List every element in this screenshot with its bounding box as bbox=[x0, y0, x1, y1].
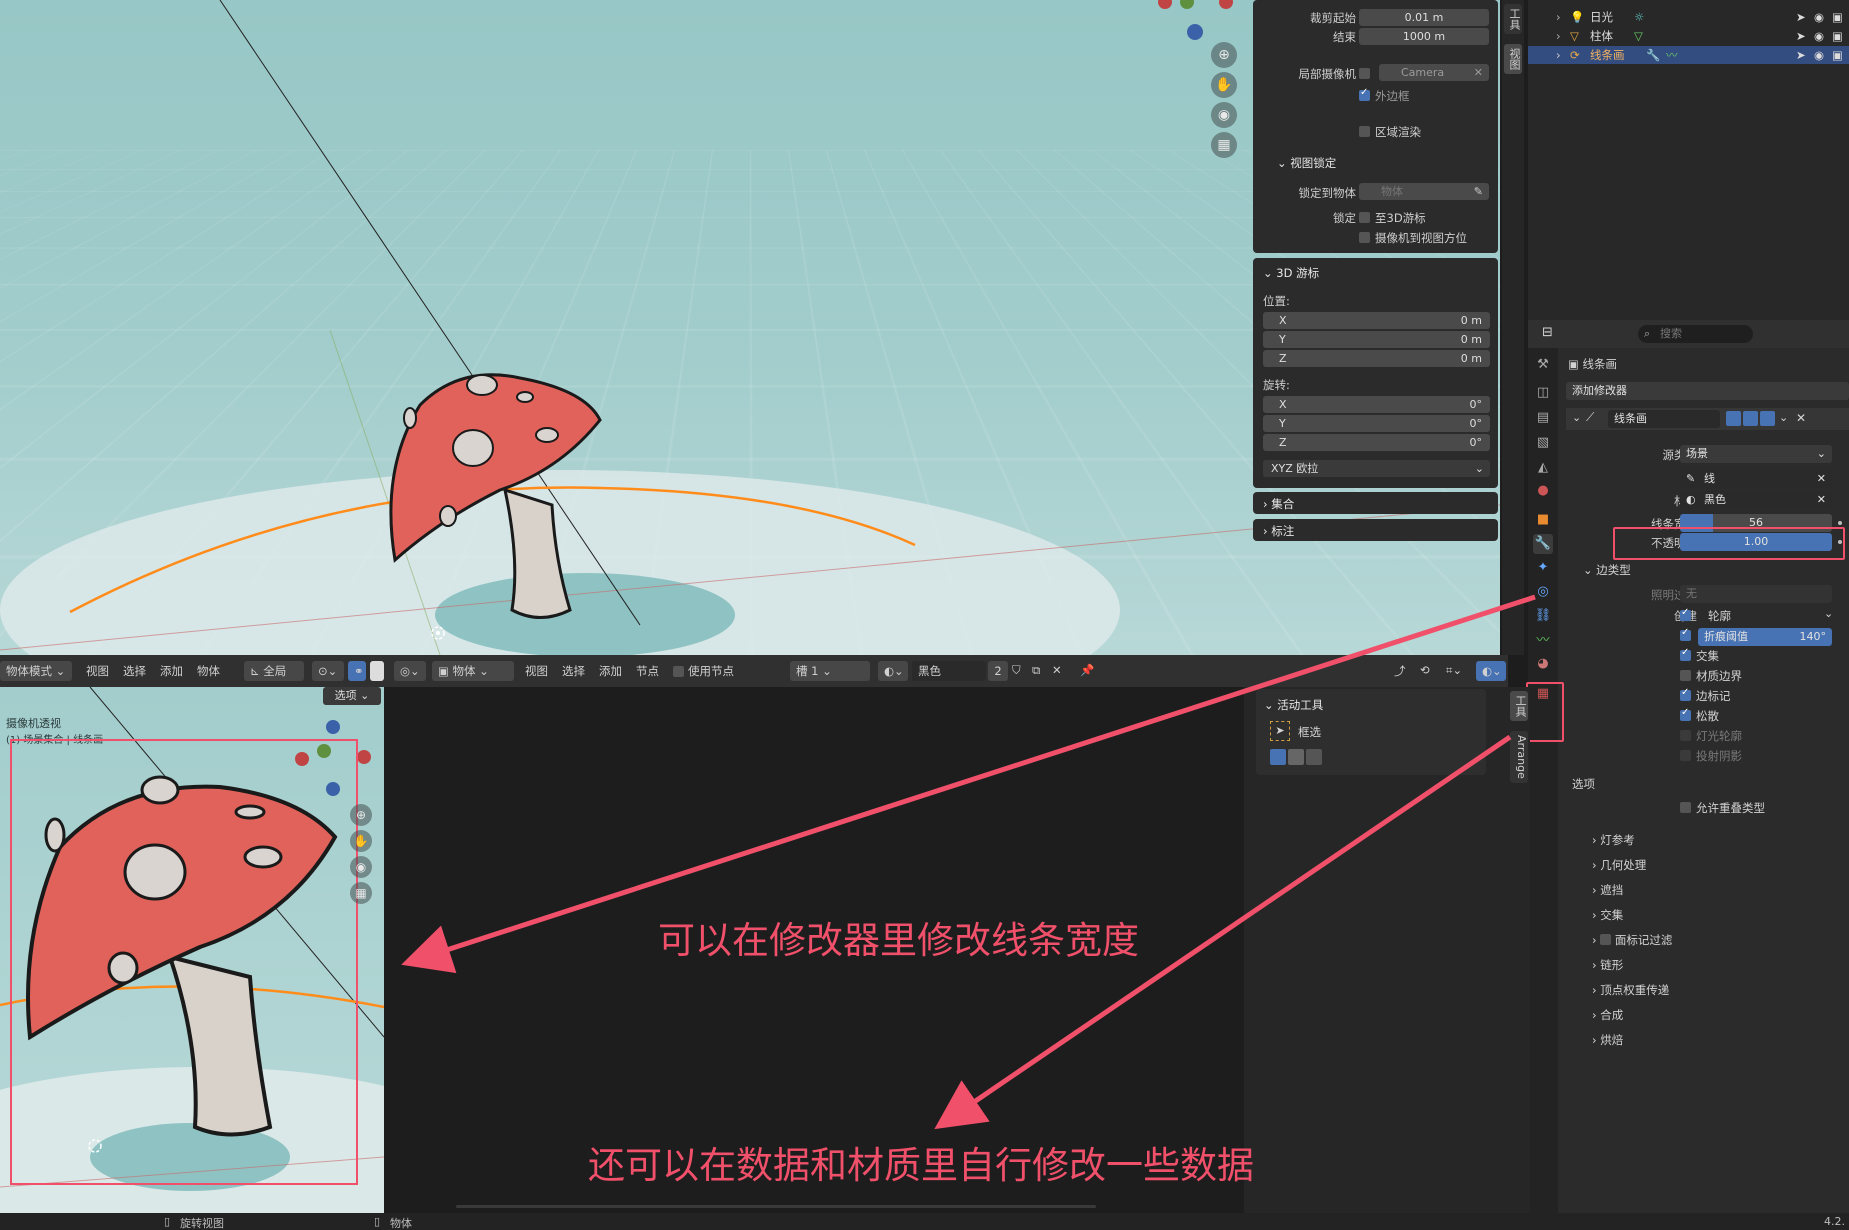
mouse-icon: ▯ bbox=[374, 1215, 381, 1228]
blender-window: ⊕ ✋ ◉ ▦ 裁剪起始 0.01 m 结束 1000 m 局部摄像机 Came… bbox=[0, 0, 1849, 1230]
annotation-text-data-material: 还可以在数据和材质里自行修改一些数据 bbox=[588, 1144, 1254, 1187]
status-object: 物体 bbox=[390, 1217, 412, 1230]
annotation-arrows bbox=[401, 594, 1536, 1130]
annotation-text-line-width: 可以在修改器里修改线条宽度 bbox=[658, 919, 1139, 962]
status-bar: ▯ 旋转视图 ▯ 物体 4.2. bbox=[0, 1213, 1849, 1230]
status-rotate-view: 旋转视图 bbox=[180, 1217, 224, 1230]
status-version: 4.2. bbox=[1824, 1215, 1845, 1228]
mouse-icon: ▯ bbox=[164, 1215, 171, 1228]
